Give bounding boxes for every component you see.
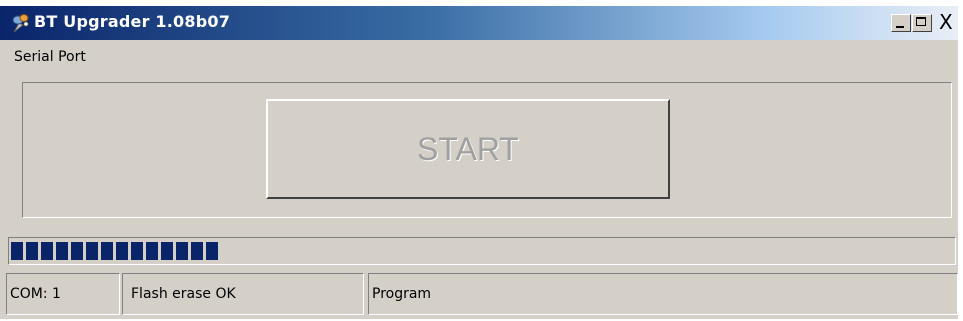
bluetooth-app-icon[interactable] (9, 12, 31, 34)
menu-serial-port[interactable]: Serial Port (12, 47, 88, 67)
app-window: BT Upgrader 1.08b07 X Serial Port START … (0, 6, 958, 319)
status-mode: Program (368, 273, 958, 315)
start-button-label: START (417, 130, 519, 167)
minimize-icon[interactable] (891, 14, 911, 32)
status-bar: COM: 1 Flash erase OK Program (0, 270, 958, 317)
close-icon[interactable]: X (935, 10, 957, 34)
window-title: BT Upgrader 1.08b07 (34, 12, 231, 31)
title-bar[interactable]: BT Upgrader 1.08b07 X (0, 6, 958, 40)
progress-fill (11, 242, 218, 260)
close-glyph: X (939, 10, 953, 34)
start-button[interactable]: START (266, 99, 670, 199)
status-port: COM: 1 (6, 273, 120, 315)
menu-bar: Serial Port (0, 40, 958, 74)
status-message: Flash erase OK (122, 273, 364, 315)
progress-bar (8, 237, 956, 265)
maximize-icon[interactable] (912, 14, 932, 32)
